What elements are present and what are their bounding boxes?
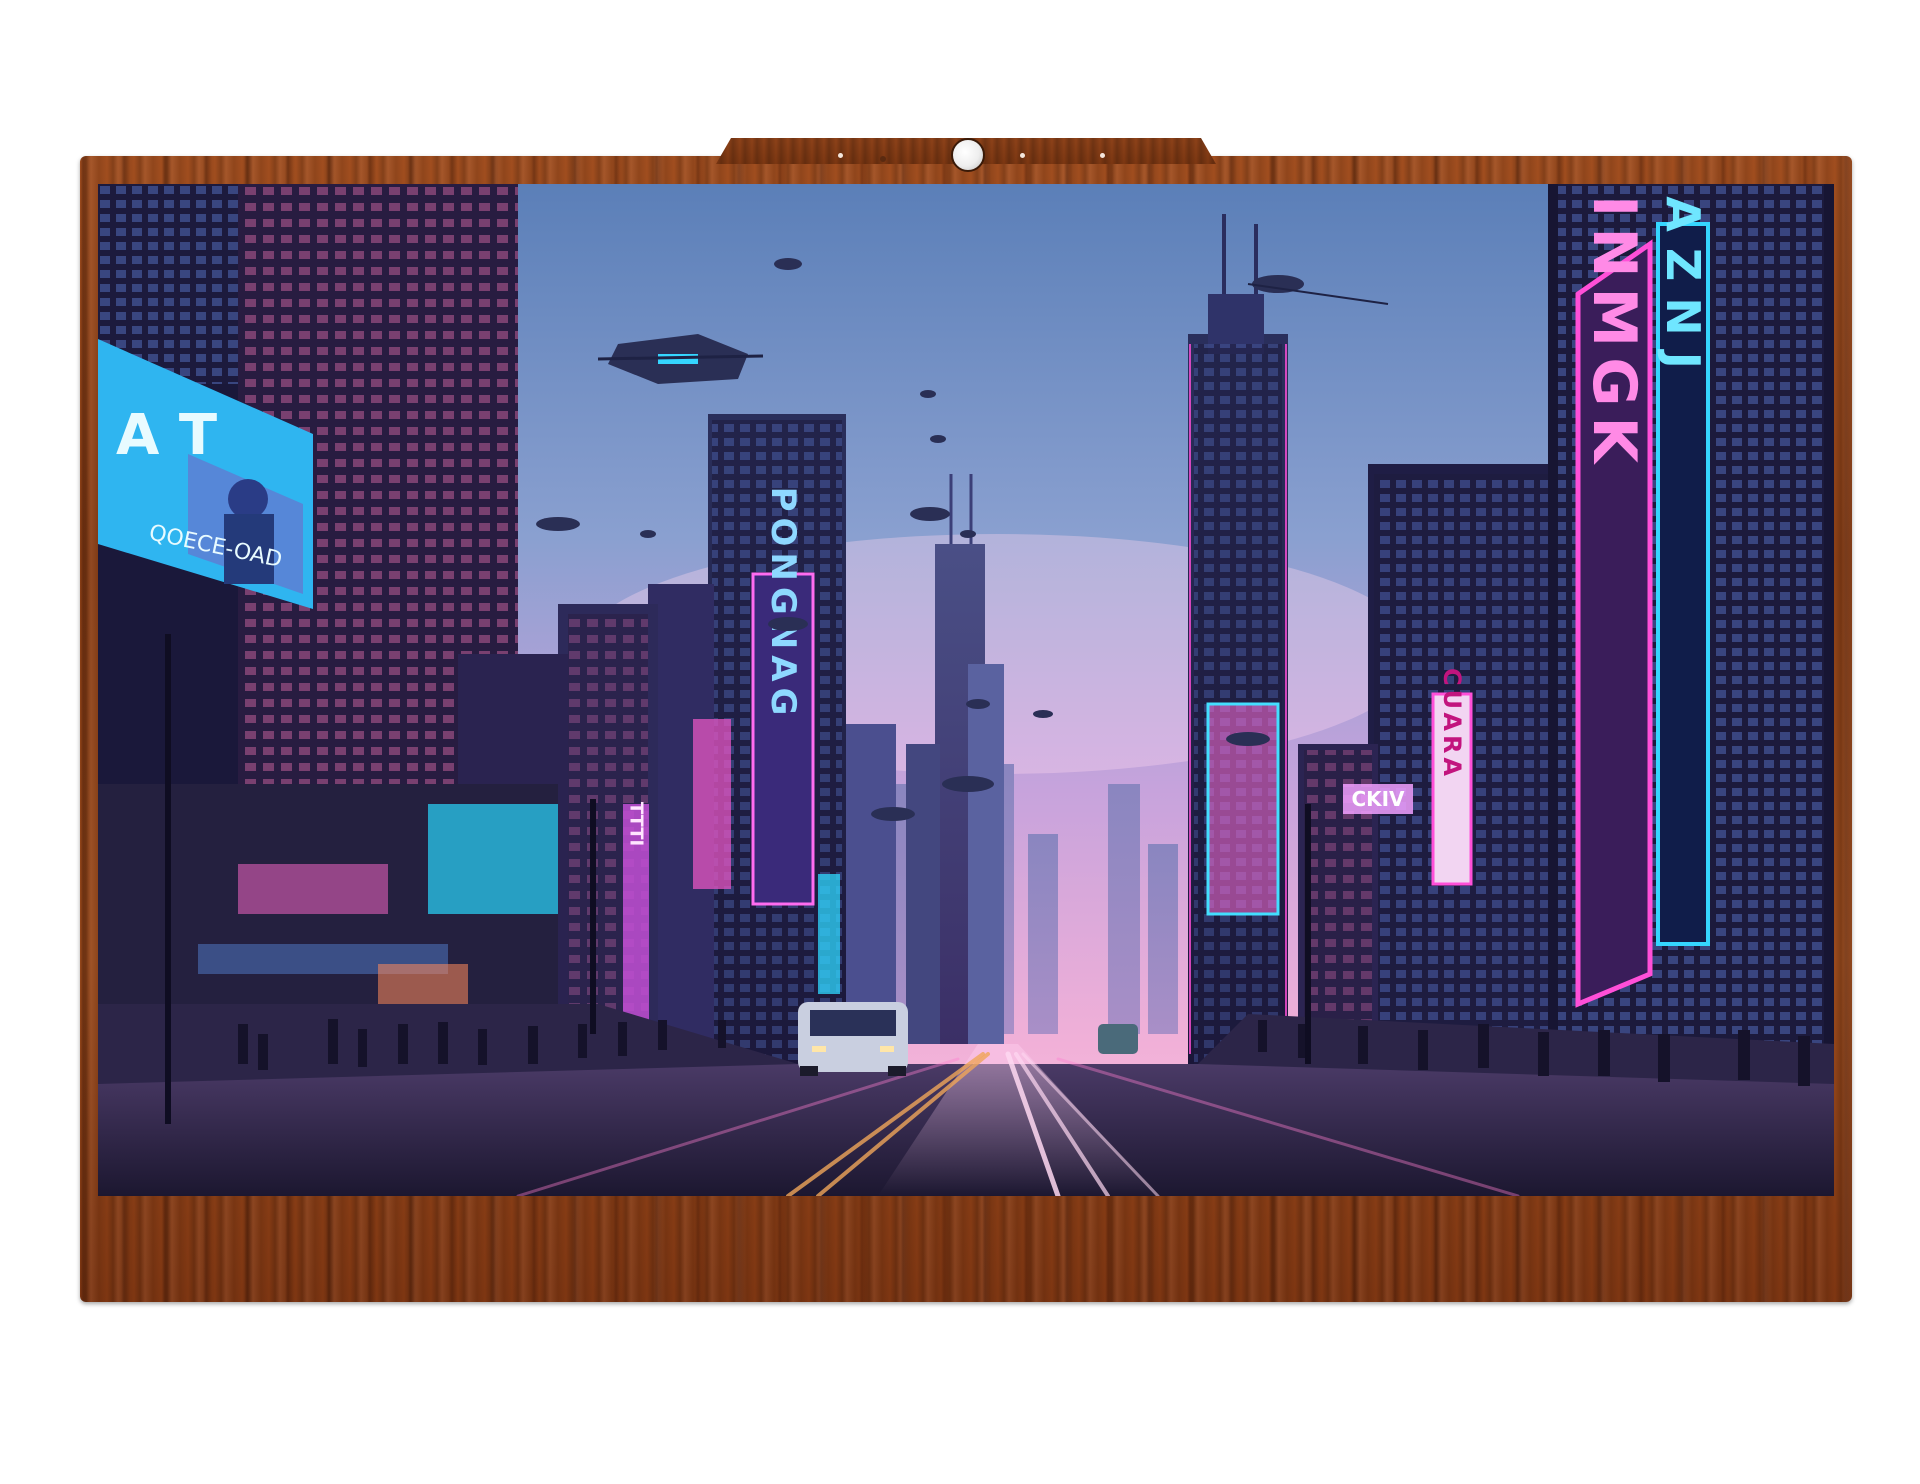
sensor-dot <box>1020 153 1025 158</box>
sign-box-text: CKIV <box>1351 787 1405 811</box>
neon-sign-small-text: TTTI <box>626 802 647 846</box>
monitor-screen: A T QOECE-OAD PONGNAG TTTI CKIV CUARA IN… <box>98 184 1834 1196</box>
car <box>1098 1024 1138 1054</box>
sensor-dot <box>838 153 843 158</box>
cyberpunk-city-wallpaper: A T QOECE-OAD PONGNAG TTTI CKIV CUARA IN… <box>98 184 1834 1196</box>
sensor-dot <box>1100 153 1105 158</box>
billboard-logo: A T <box>116 403 217 468</box>
webcam-icon <box>951 138 985 172</box>
sign-cuara-text: CUARA <box>1438 668 1466 780</box>
neon-sign-text: PONGNAG <box>763 487 803 722</box>
sign-blue-text: IAZNJ <box>1656 184 1710 385</box>
sign-large-pink-text: INMGK <box>1579 195 1649 473</box>
microphone-icon <box>880 156 886 162</box>
van <box>798 1002 908 1076</box>
